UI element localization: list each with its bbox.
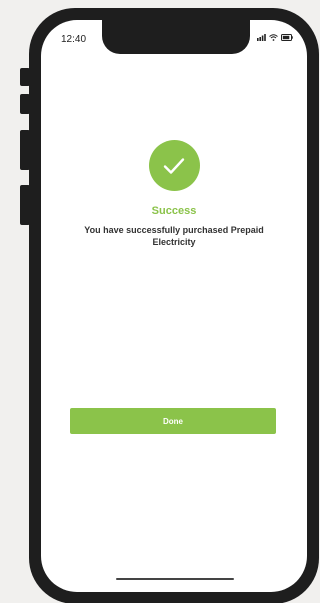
home-indicator[interactable] — [116, 578, 234, 580]
checkmark-icon — [163, 157, 185, 174]
success-check-circle — [148, 140, 200, 191]
notch — [102, 20, 250, 54]
wifi-icon — [269, 34, 278, 41]
status-time: 12:40 — [61, 34, 87, 45]
app-mockup: 12:40 Success You have successfully purc… — [0, 0, 319, 603]
success-message: You have successfully purchased Prepaid … — [84, 225, 264, 247]
battery-icon — [281, 34, 293, 41]
success-panel: Success You have successfully purchased … — [41, 140, 307, 248]
success-title: Success — [151, 205, 197, 217]
signal-icon — [257, 34, 266, 41]
status-icons — [257, 34, 293, 41]
phone-screen: 12:40 Success You have successfully purc… — [41, 20, 307, 592]
phone-frame: 12:40 Success You have successfully purc… — [29, 8, 319, 603]
done-button[interactable]: Done — [70, 408, 276, 434]
